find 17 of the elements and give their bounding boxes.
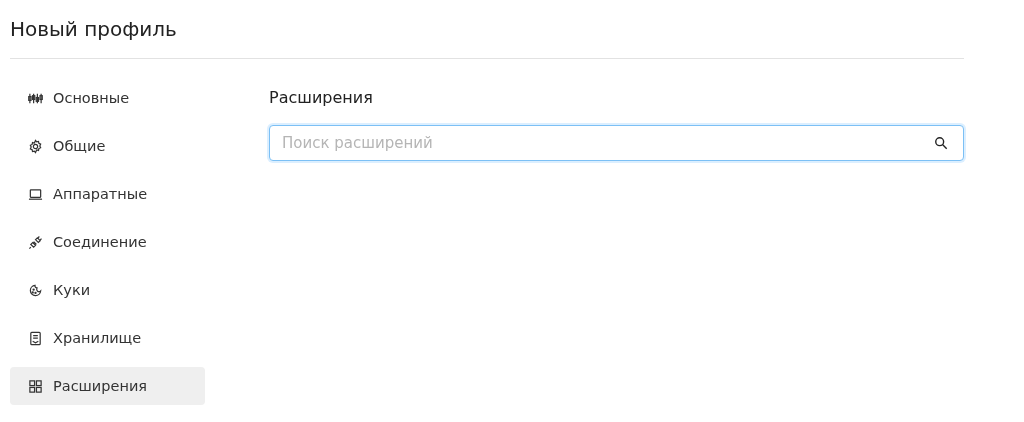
search-field[interactable]: Поиск расширений xyxy=(269,125,964,161)
sidebar-item[interactable]: Куки xyxy=(10,271,205,309)
section-heading: Расширения xyxy=(269,88,374,108)
sidebar-item[interactable]: Основные xyxy=(10,79,205,117)
sidebar-item[interactable]: Общие xyxy=(10,127,205,165)
cookie-icon xyxy=(28,282,43,298)
storage-icon xyxy=(28,330,43,346)
laptop-icon xyxy=(28,186,43,202)
page-title: Новый профиль xyxy=(10,16,178,43)
grid-icon xyxy=(28,378,43,394)
sidebar-item[interactable]: Хранилище xyxy=(10,319,205,357)
search-icon xyxy=(934,136,948,150)
plug-icon xyxy=(28,234,43,250)
sidebar-item[interactable]: Соединение xyxy=(10,223,205,261)
sidebar-item[interactable]: Аппаратные xyxy=(10,175,205,213)
sidebar-item[interactable]: Расширения xyxy=(10,367,205,405)
gear-icon xyxy=(28,138,43,154)
